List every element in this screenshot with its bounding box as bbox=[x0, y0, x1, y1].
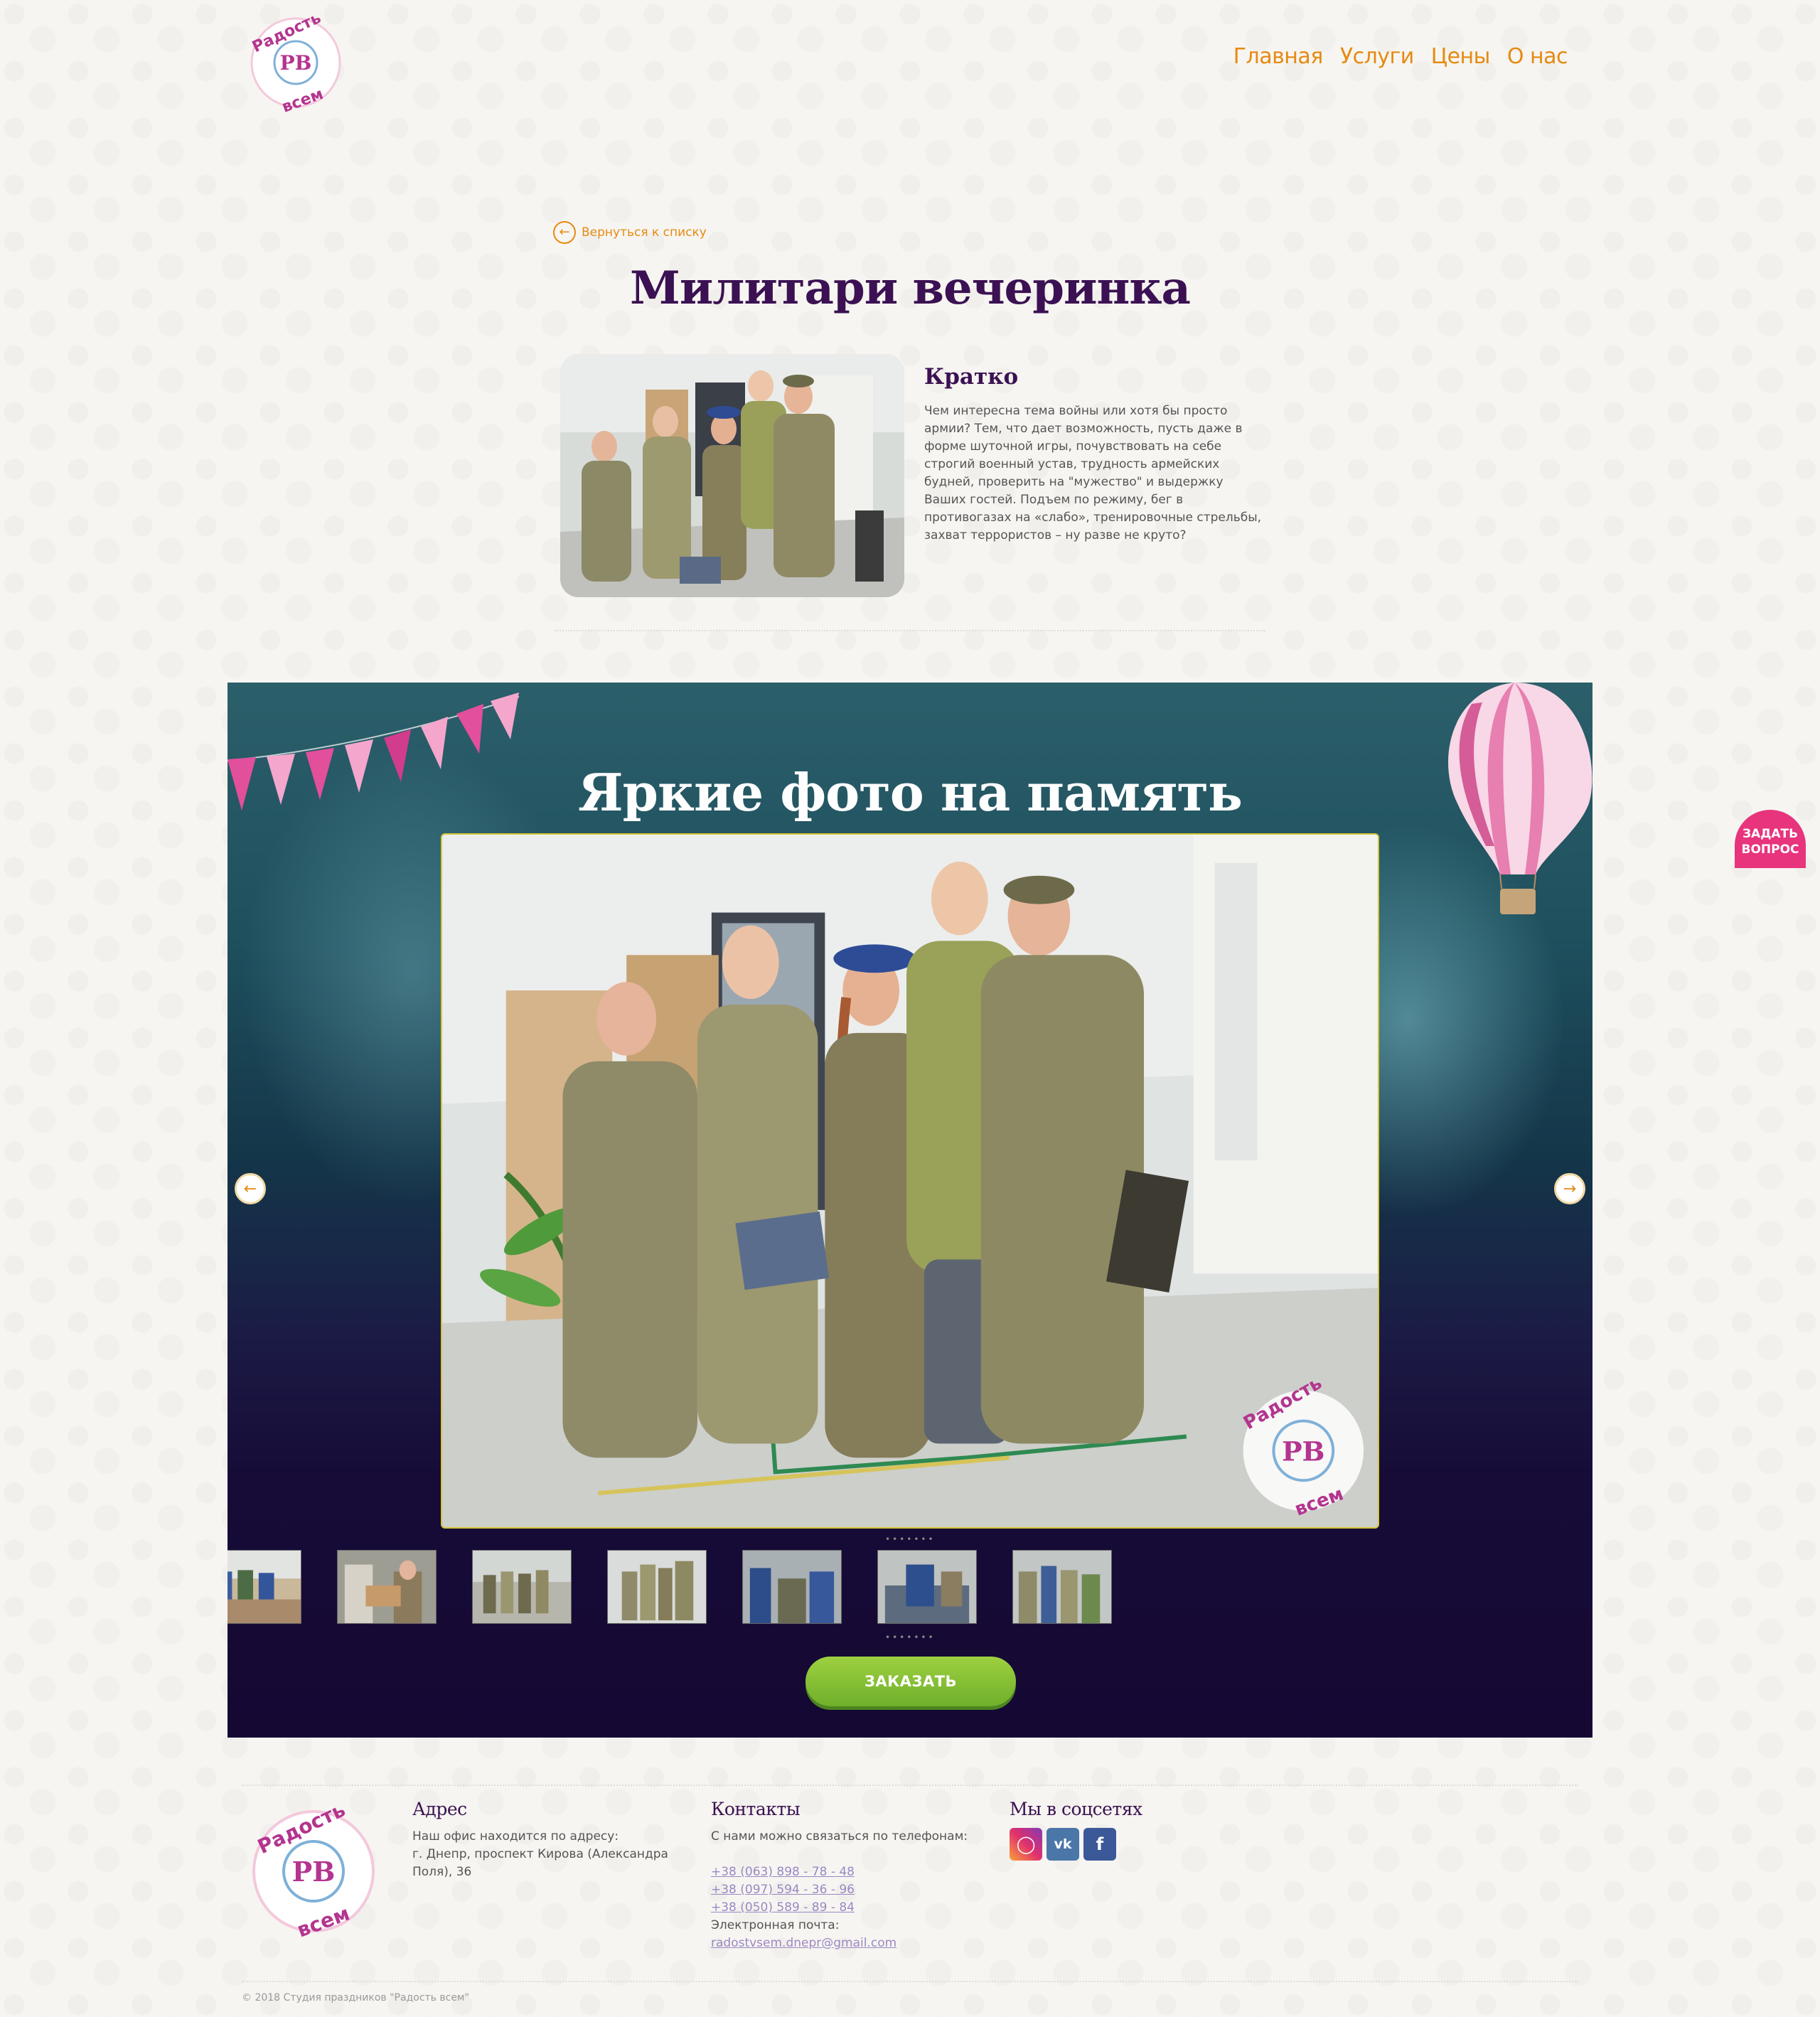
section-divider bbox=[555, 630, 1265, 631]
gallery-title: Яркие фото на память bbox=[578, 762, 1243, 823]
gallery-thumbnail[interactable] bbox=[1012, 1550, 1112, 1624]
copyright: © 2018 Студия праздников "Радость всем" bbox=[242, 1992, 469, 2003]
nav-prices[interactable]: Цены bbox=[1431, 44, 1491, 69]
gallery-thumbnail[interactable] bbox=[607, 1550, 707, 1624]
nav-services[interactable]: Услуги bbox=[1340, 44, 1414, 69]
copyright-divider bbox=[242, 1981, 1578, 1982]
phone-link[interactable]: +38 (097) 594 - 36 - 96 bbox=[711, 1881, 981, 1899]
arrow-right-icon: → bbox=[1563, 1179, 1577, 1198]
address-heading: Адрес bbox=[412, 1799, 467, 1819]
social-heading: Мы в соцсетях bbox=[1010, 1799, 1142, 1819]
facebook-icon[interactable]: f bbox=[1083, 1828, 1116, 1861]
instagram-icon[interactable]: ◯ bbox=[1010, 1828, 1042, 1861]
footer-divider bbox=[242, 1785, 1578, 1786]
address-line1: Наш офис находится по адресу: bbox=[412, 1829, 619, 1844]
svg-text:РВ: РВ bbox=[280, 51, 312, 75]
gallery-next-button[interactable]: → bbox=[1554, 1173, 1585, 1204]
scroll-dots-bottom: ••••••• bbox=[885, 1632, 936, 1642]
intro-photo bbox=[560, 354, 904, 597]
scroll-dots-top: ••••••• bbox=[885, 1534, 936, 1544]
footer-contacts: Контакты С нами можно связаться по телеф… bbox=[711, 1799, 981, 1952]
nav-about[interactable]: О нас bbox=[1507, 44, 1568, 69]
svg-text:РВ: РВ bbox=[292, 1856, 336, 1888]
arrow-left-icon: ← bbox=[553, 221, 576, 244]
back-to-list-link[interactable]: ← Вернуться к списку bbox=[553, 221, 707, 244]
back-link-label: Вернуться к списку bbox=[582, 225, 707, 240]
contacts-intro: С нами можно связаться по телефонам: bbox=[711, 1829, 968, 1844]
gallery-thumbnail[interactable] bbox=[472, 1550, 572, 1624]
thumbnail-strip bbox=[228, 1550, 1592, 1627]
gallery-thumbnail[interactable] bbox=[228, 1550, 301, 1624]
phone-link[interactable]: +38 (063) 898 - 78 - 48 bbox=[711, 1863, 981, 1881]
main-nav: Главная Услуги Цены О нас bbox=[1233, 44, 1568, 69]
ask-question-button[interactable]: ЗАДАТЬ ВОПРОС bbox=[1735, 810, 1806, 868]
contacts-heading: Контакты bbox=[711, 1799, 801, 1819]
gallery-prev-button[interactable]: ← bbox=[235, 1173, 266, 1204]
gallery-main-photo[interactable]: РВ Радость всем bbox=[441, 833, 1379, 1529]
phone-link[interactable]: +38 (050) 589 - 89 - 84 bbox=[711, 1899, 981, 1917]
intro-heading: Кратко bbox=[924, 364, 1019, 390]
email-link[interactable]: radostvsem.dnepr@gmail.com bbox=[711, 1935, 981, 1952]
ask-question-label: ЗАДАТЬ ВОПРОС bbox=[1741, 827, 1799, 857]
watermark-initials: РВ bbox=[1282, 1435, 1325, 1467]
gallery-thumbnail[interactable] bbox=[742, 1550, 842, 1624]
email-label: Электронная почта: bbox=[711, 1918, 840, 1932]
order-button[interactable]: ЗАКАЗАТЬ bbox=[805, 1657, 1016, 1706]
photo-gallery: Яркие фото на память РВ Радость всем ← →… bbox=[228, 683, 1592, 1738]
gallery-thumbnail[interactable] bbox=[877, 1550, 977, 1624]
footer-logo[interactable]: РВ Радость всем bbox=[239, 1799, 388, 1940]
address-line2: г. Днепр, проспект Кирова (Александра По… bbox=[412, 1847, 668, 1879]
nav-home[interactable]: Главная bbox=[1233, 44, 1324, 69]
site-logo[interactable]: РВ Радость всем bbox=[239, 7, 353, 114]
intro-text: Чем интересна тема войны или хотя бы про… bbox=[924, 404, 1262, 542]
arrow-left-icon: ← bbox=[243, 1179, 257, 1198]
footer-social: Мы в соцсетях ◯ vk f bbox=[1010, 1799, 1223, 1861]
gallery-thumbnail[interactable] bbox=[337, 1550, 437, 1624]
vk-icon[interactable]: vk bbox=[1046, 1828, 1079, 1861]
footer-address: Адрес Наш офис находится по адресу: г. Д… bbox=[412, 1799, 682, 1881]
page-title: Милитари вечеринка bbox=[629, 262, 1191, 315]
